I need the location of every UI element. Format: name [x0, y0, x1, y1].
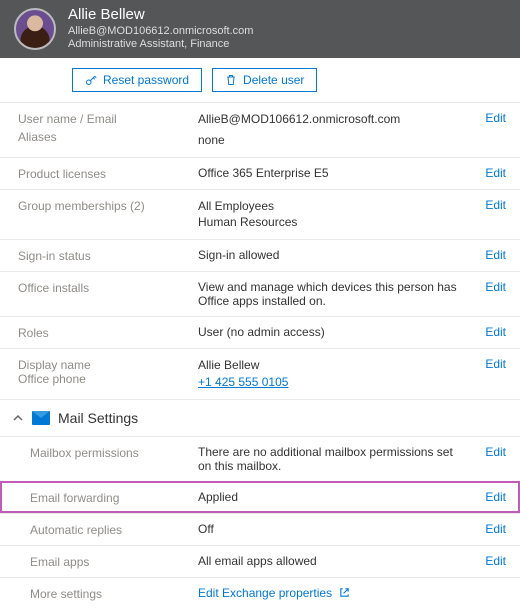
mail-settings-title: Mail Settings: [58, 410, 138, 426]
label-displayname: Display name: [18, 358, 198, 372]
user-header: Allie Bellew AllieB@MOD106612.onmicrosof…: [0, 0, 520, 58]
label-mailbox-permissions: Mailbox permissions: [30, 445, 198, 460]
edit-display[interactable]: Edit: [485, 357, 506, 371]
edit-email-forwarding[interactable]: Edit: [485, 490, 506, 504]
label-signin: Sign-in status: [18, 248, 198, 263]
external-link-icon: [339, 587, 350, 598]
value-email-apps: All email apps allowed: [198, 554, 466, 568]
user-role: Administrative Assistant, Finance: [68, 38, 253, 52]
value-email-forwarding: Applied: [198, 490, 466, 504]
value-installs: View and manage which devices this perso…: [198, 280, 466, 308]
label-licenses: Product licenses: [18, 166, 198, 181]
row-installs: Office installs View and manage which de…: [0, 271, 520, 316]
key-icon: [85, 74, 97, 86]
row-automatic-replies: Automatic replies Off Edit: [0, 513, 520, 545]
edit-email-apps[interactable]: Edit: [485, 554, 506, 568]
edit-installs[interactable]: Edit: [485, 280, 506, 294]
label-installs: Office installs: [18, 280, 198, 295]
label-email-apps: Email apps: [30, 554, 198, 569]
user-email: AllieB@MOD106612.onmicrosoft.com: [68, 25, 253, 39]
mail-icon: [32, 411, 50, 425]
avatar: [14, 8, 56, 50]
delete-user-label: Delete user: [243, 73, 304, 87]
mail-settings-header[interactable]: Mail Settings: [0, 399, 520, 436]
value-licenses: Office 365 Enterprise E5: [198, 166, 466, 180]
row-roles: Roles User (no admin access) Edit: [0, 316, 520, 348]
chevron-up-icon: [12, 412, 24, 424]
user-name: Allie Bellew: [68, 6, 253, 25]
value-username: AllieB@MOD106612.onmicrosoft.com: [198, 111, 458, 128]
value-mailbox-permissions: There are no additional mailbox permissi…: [198, 445, 466, 473]
value-signin: Sign-in allowed: [198, 248, 466, 262]
value-officephone[interactable]: +1 425 555 0105: [198, 375, 288, 389]
edit-mailbox-permissions[interactable]: Edit: [485, 445, 506, 459]
value-group-1: All Employees: [198, 198, 458, 215]
reset-password-button[interactable]: Reset password: [72, 68, 202, 92]
label-officephone: Office phone: [18, 372, 198, 386]
link-exchange-properties[interactable]: Edit Exchange properties: [198, 586, 332, 600]
row-signin: Sign-in status Sign-in allowed Edit: [0, 239, 520, 271]
row-groups: Group memberships (2) All Employees Huma…: [0, 189, 520, 240]
label-roles: Roles: [18, 325, 198, 340]
label-aliases: Aliases: [18, 130, 198, 144]
row-email-forwarding: Email forwarding Applied Edit: [0, 481, 520, 513]
action-button-row: Reset password Delete user: [0, 58, 520, 102]
value-automatic-replies: Off: [198, 522, 466, 536]
value-group-2: Human Resources: [198, 214, 458, 231]
reset-password-label: Reset password: [103, 73, 189, 87]
row-licenses: Product licenses Office 365 Enterprise E…: [0, 157, 520, 189]
edit-signin[interactable]: Edit: [485, 248, 506, 262]
value-displayname: Allie Bellew: [198, 357, 458, 374]
label-email-forwarding: Email forwarding: [30, 490, 198, 505]
delete-user-button[interactable]: Delete user: [212, 68, 317, 92]
value-aliases: none: [198, 132, 458, 149]
edit-username[interactable]: Edit: [485, 111, 506, 125]
row-username: User name / Email Aliases AllieB@MOD1066…: [0, 102, 520, 157]
label-username: User name / Email: [18, 112, 198, 126]
value-roles: User (no admin access): [198, 325, 466, 339]
edit-roles[interactable]: Edit: [485, 325, 506, 339]
trash-icon: [225, 74, 237, 86]
label-groups: Group memberships (2): [18, 198, 198, 213]
edit-groups[interactable]: Edit: [485, 198, 506, 212]
edit-automatic-replies[interactable]: Edit: [485, 522, 506, 536]
row-more-settings: More settings Edit Exchange properties: [0, 577, 520, 609]
row-email-apps: Email apps All email apps allowed Edit: [0, 545, 520, 577]
row-display: Display name Office phone Allie Bellew +…: [0, 348, 520, 399]
edit-licenses[interactable]: Edit: [485, 166, 506, 180]
label-more-settings: More settings: [30, 586, 198, 601]
row-mailbox-permissions: Mailbox permissions There are no additio…: [0, 436, 520, 481]
label-automatic-replies: Automatic replies: [30, 522, 198, 537]
